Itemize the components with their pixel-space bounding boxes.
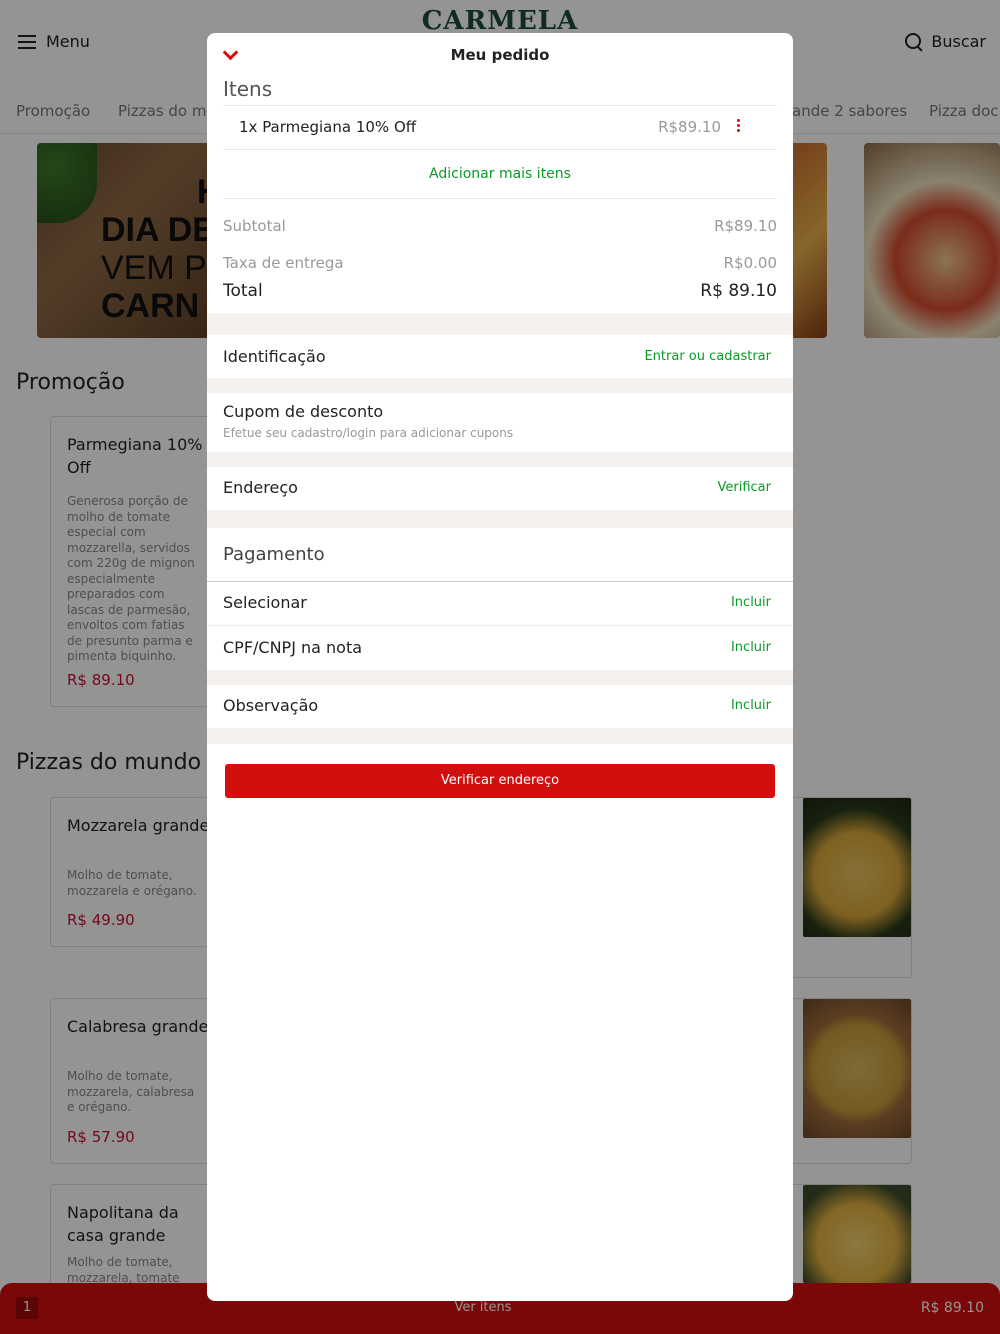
include-payment-link[interactable]: Incluir	[731, 595, 771, 610]
coupon-hint: Efetue seu cadastro/login para adicionar…	[223, 426, 514, 440]
total-row: Total R$ 89.10	[223, 281, 777, 301]
payment-method-label: Selecionar	[223, 593, 307, 612]
coupon-label: Cupom de desconto	[223, 402, 384, 421]
total-value: R$ 89.10	[700, 281, 777, 301]
order-modal: Meu pedido Itens 1x Parmegiana 10% Off R…	[207, 33, 793, 1301]
section-gap	[207, 510, 793, 528]
delivery-fee-label: Taxa de entrega	[223, 254, 344, 272]
tax-id-label: CPF/CNPJ na nota	[223, 638, 363, 657]
modal-title: Meu pedido	[450, 46, 550, 64]
include-tax-id-link[interactable]: Incluir	[731, 640, 771, 655]
section-gap	[207, 313, 793, 335]
coupon-row[interactable]: Cupom de desconto Efetue seu cadastro/lo…	[207, 393, 793, 452]
address-label: Endereço	[223, 478, 298, 497]
section-gap	[207, 452, 793, 467]
address-row[interactable]: Endereço Verificar	[207, 467, 793, 510]
order-item-row: 1x Parmegiana 10% Off R$89.10	[223, 106, 777, 150]
add-more-items-link[interactable]: Adicionar mais itens	[223, 151, 777, 199]
identification-row[interactable]: Identificação Entrar ou cadastrar	[207, 335, 793, 378]
delivery-fee-row: Taxa de entrega R$0.00	[223, 254, 777, 272]
subtotal-label: Subtotal	[223, 217, 286, 235]
payment-heading: Pagamento	[223, 544, 325, 565]
login-signup-link[interactable]: Entrar ou cadastrar	[644, 349, 771, 364]
verify-address-link[interactable]: Verificar	[718, 480, 772, 495]
section-gap	[207, 670, 793, 685]
section-gap	[207, 728, 793, 744]
tax-id-row[interactable]: CPF/CNPJ na nota Incluir	[207, 626, 793, 670]
more-options-icon[interactable]	[733, 114, 743, 136]
notes-label: Observação	[223, 696, 319, 715]
subtotal-row: Subtotal R$89.10	[223, 217, 777, 235]
identification-label: Identificação	[223, 347, 326, 366]
payment-method-row[interactable]: Selecionar Incluir	[207, 582, 793, 625]
delivery-fee-value: R$0.00	[723, 254, 777, 272]
notes-row[interactable]: Observação Incluir	[207, 685, 793, 728]
items-heading: Itens	[223, 77, 273, 101]
order-item-price: R$89.10	[658, 118, 721, 136]
verify-address-button[interactable]: Verificar endereço	[225, 764, 775, 798]
subtotal-value: R$89.10	[714, 217, 777, 235]
include-notes-link[interactable]: Incluir	[731, 698, 771, 713]
total-label: Total	[223, 281, 263, 301]
section-gap	[207, 378, 793, 393]
order-item-name: 1x Parmegiana 10% Off	[239, 118, 417, 136]
